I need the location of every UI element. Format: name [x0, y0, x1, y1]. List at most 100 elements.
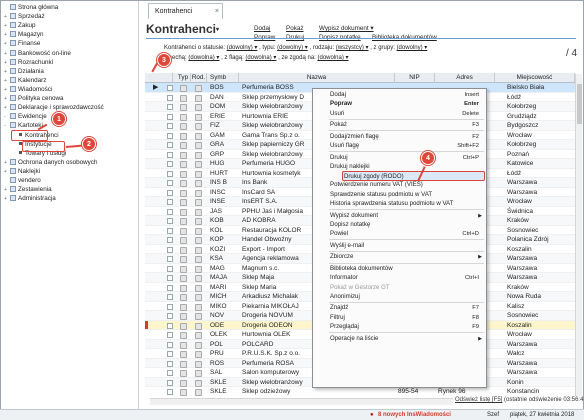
menu-shortcut: F9: [472, 323, 479, 330]
close-icon[interactable]: ×: [215, 4, 219, 19]
issue-document-button[interactable]: Wypisz dokument ▾: [319, 25, 374, 32]
table-row[interactable]: SKLE Sklep odzieżowy 895-54 Rynek 96 Konstan…: [145, 387, 575, 396]
sidebar-item[interactable]: vendero: [4, 176, 41, 185]
vertical-scrollbar[interactable]: [575, 74, 582, 396]
row-checkbox[interactable]: [167, 113, 173, 120]
sidebar-item[interactable]: + Magazyn: [4, 30, 44, 39]
row-checkbox[interactable]: [167, 189, 173, 196]
row-checkbox[interactable]: [167, 322, 173, 329]
highlight-kontrahenci: [22, 141, 65, 152]
header-rod[interactable]: Rod.: [191, 73, 207, 83]
menu-item[interactable]: Pokaż F3: [313, 120, 488, 130]
sidebar-item-label: Kalendarz: [18, 76, 47, 84]
row-checkbox[interactable]: [167, 389, 173, 395]
row-checkbox[interactable]: [167, 218, 173, 224]
row-checkbox[interactable]: [167, 208, 173, 215]
row-checkbox[interactable]: [167, 313, 173, 319]
menu-item[interactable]: Wyślij e-mail: [313, 241, 488, 251]
sidebar-item-label: vendero: [18, 176, 41, 184]
sidebar-item[interactable]: + Finanse: [4, 39, 40, 48]
row-checkbox[interactable]: [167, 303, 173, 310]
header-symb[interactable]: Symb: [207, 73, 239, 83]
module-icon: [10, 4, 16, 10]
row-checkbox[interactable]: [167, 341, 173, 348]
row-checkbox[interactable]: [167, 199, 173, 205]
contractor-kind-icon: [195, 294, 202, 301]
row-checkbox[interactable]: [167, 360, 173, 367]
cell-symb: INSE: [210, 198, 226, 205]
module-icon: [10, 122, 16, 129]
row-checkbox[interactable]: [167, 123, 173, 129]
row-checkbox[interactable]: [167, 237, 173, 243]
row-checkbox[interactable]: [167, 85, 173, 91]
flag-filter-dropdown[interactable]: (dowolna) ▾: [245, 55, 276, 61]
row-checkbox[interactable]: [167, 104, 173, 110]
menu-item[interactable]: Operacje na liście ▶: [313, 334, 488, 344]
header-nazwa[interactable]: Nazwa: [239, 73, 395, 83]
sidebar-item[interactable]: + Deklaracje i sprawozdawczość: [4, 103, 104, 112]
tab-kontrahenci[interactable]: Kontrahenci ×: [148, 3, 223, 19]
contractor-type-icon: [180, 104, 187, 111]
row-checkbox[interactable]: [167, 294, 173, 300]
menu-item[interactable]: Zbiorcze ▶: [313, 252, 488, 262]
sidebar-item[interactable]: + Rozrachunki: [4, 58, 53, 67]
row-checkbox[interactable]: [167, 379, 173, 386]
row-checkbox[interactable]: [167, 132, 173, 139]
menu-item[interactable]: Przeglądaj F9: [313, 322, 488, 332]
sidebar-item[interactable]: + Administracja: [4, 194, 56, 203]
sidebar-item[interactable]: + Wiadomości: [4, 85, 52, 94]
sidebar-item[interactable]: + Polityka cenowa: [4, 94, 64, 103]
header-miejscowosc[interactable]: Miejscowość: [495, 73, 575, 83]
add-button[interactable]: Dodaj: [254, 25, 270, 32]
row-checkbox[interactable]: [167, 256, 173, 262]
menu-item[interactable]: Usuń flagę Shift+F2: [313, 141, 488, 151]
scrollbar-thumb[interactable]: [577, 84, 582, 124]
menu-item-label: Powiel: [330, 230, 348, 238]
row-checkbox[interactable]: [167, 94, 173, 101]
row-checkbox[interactable]: [167, 332, 173, 338]
row-checkbox[interactable]: [167, 351, 173, 357]
row-checkbox[interactable]: [167, 370, 173, 376]
sidebar-item[interactable]: + Zakup: [4, 21, 36, 30]
sidebar-item[interactable]: Strona główna: [4, 3, 58, 12]
status-filter-dropdown[interactable]: (dowolny) ▾: [227, 45, 258, 51]
sidebar-item[interactable]: + Działania: [4, 67, 44, 76]
sidebar-item[interactable]: + Bankowość on-line: [4, 49, 71, 58]
consent-filter-dropdown[interactable]: (dowolna) ▾: [318, 55, 349, 61]
messages-count[interactable]: 8 nowych InsWiadomości: [378, 410, 451, 420]
row-checkbox[interactable]: [167, 180, 173, 186]
menu-item[interactable]: Historia sprawdzenia statusu podmiotu w …: [313, 199, 488, 209]
horizontal-scrollbar[interactable]: [150, 398, 453, 405]
group-filter-dropdown[interactable]: (dowolny) ▾: [397, 45, 428, 51]
refresh-link[interactable]: Odśwież listę [F5]: [455, 397, 502, 403]
row-checkbox[interactable]: [167, 246, 173, 253]
kind-filter-dropdown[interactable]: (wszystcy) ▾: [336, 45, 369, 51]
sidebar-item[interactable]: + Sprzedaż: [4, 12, 45, 21]
row-checkbox[interactable]: [167, 275, 173, 281]
row-checkbox[interactable]: [167, 265, 173, 272]
sidebar-item[interactable]: + Ochrona danych osobowych: [4, 158, 97, 167]
header-nip[interactable]: NIP: [395, 73, 435, 83]
row-checkbox[interactable]: [167, 142, 173, 148]
header-adres[interactable]: Adres: [435, 73, 495, 83]
menu-item[interactable]: Usuń Delete: [313, 109, 488, 119]
page-title[interactable]: Kontrahenci▾: [146, 22, 219, 36]
cell-miejscowosc: Kołobrzeg: [507, 103, 537, 110]
row-checkbox[interactable]: [167, 170, 173, 177]
sidebar-item[interactable]: + Kalendarz: [4, 76, 46, 85]
contractor-kind-icon: [195, 123, 202, 130]
row-checkbox[interactable]: [167, 161, 173, 167]
sidebar-item[interactable]: - Ewidencje: [4, 112, 47, 121]
cell-symb: KOL: [210, 226, 224, 234]
row-checkbox[interactable]: [167, 284, 173, 291]
sidebar-item[interactable]: + Zestawienia: [4, 185, 52, 194]
type-filter-dropdown[interactable]: (dowolny) ▾: [277, 45, 308, 51]
row-checkbox[interactable]: [167, 151, 173, 158]
row-checkbox[interactable]: [167, 227, 173, 234]
show-button[interactable]: Pokaż: [286, 25, 304, 32]
sidebar-item[interactable]: + Naklejki: [4, 167, 40, 176]
header-typ[interactable]: Typ: [176, 73, 191, 83]
feature-filter-dropdown[interactable]: (dowolna) ▾: [188, 55, 219, 61]
menu-item[interactable]: Anonimizuj: [313, 292, 488, 302]
menu-item[interactable]: Powiel Ctrl+D: [313, 229, 488, 239]
